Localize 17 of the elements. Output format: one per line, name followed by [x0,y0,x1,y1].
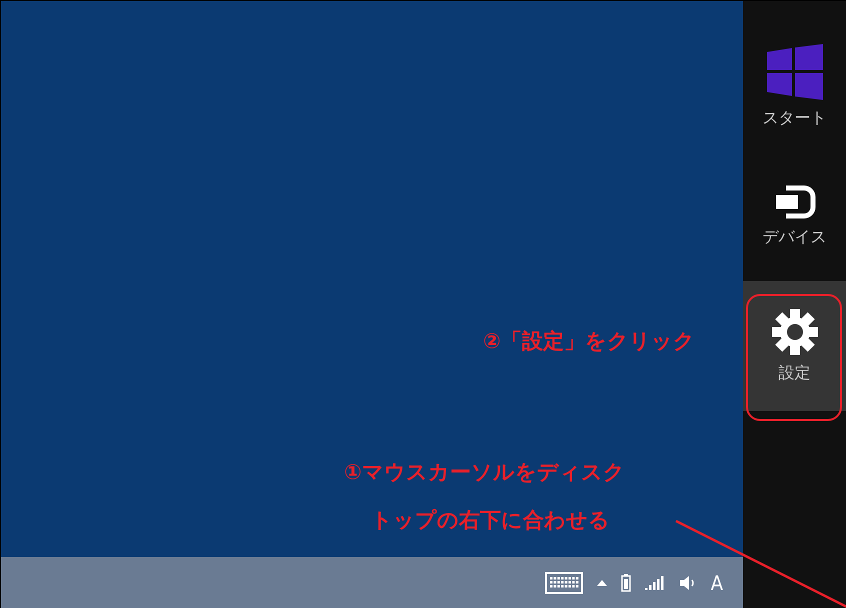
windows-logo-icon [766,44,822,100]
keyboard-icon[interactable] [544,572,583,594]
annotation-text: トップの右下に合わせる [371,507,610,534]
charm-item[interactable]: 設定 [743,281,846,411]
annotation-text: ②「設定」をクリック [483,328,695,355]
signal-icon[interactable] [644,576,665,590]
charm-item[interactable]: スタート [743,21,846,151]
annotation-text: ①マウスカーソルをディスク [344,459,625,486]
charm-item[interactable]: デバイス [743,151,846,281]
charm-label: デバイス [762,226,826,248]
charm-label: 設定 [778,362,810,384]
ime-indicator[interactable]: A [710,570,723,594]
charm-label: スタート [762,108,826,128]
device-icon [774,184,816,218]
settings-icon [772,308,818,354]
caret-up-icon[interactable] [596,580,607,586]
battery-icon[interactable] [620,574,631,592]
